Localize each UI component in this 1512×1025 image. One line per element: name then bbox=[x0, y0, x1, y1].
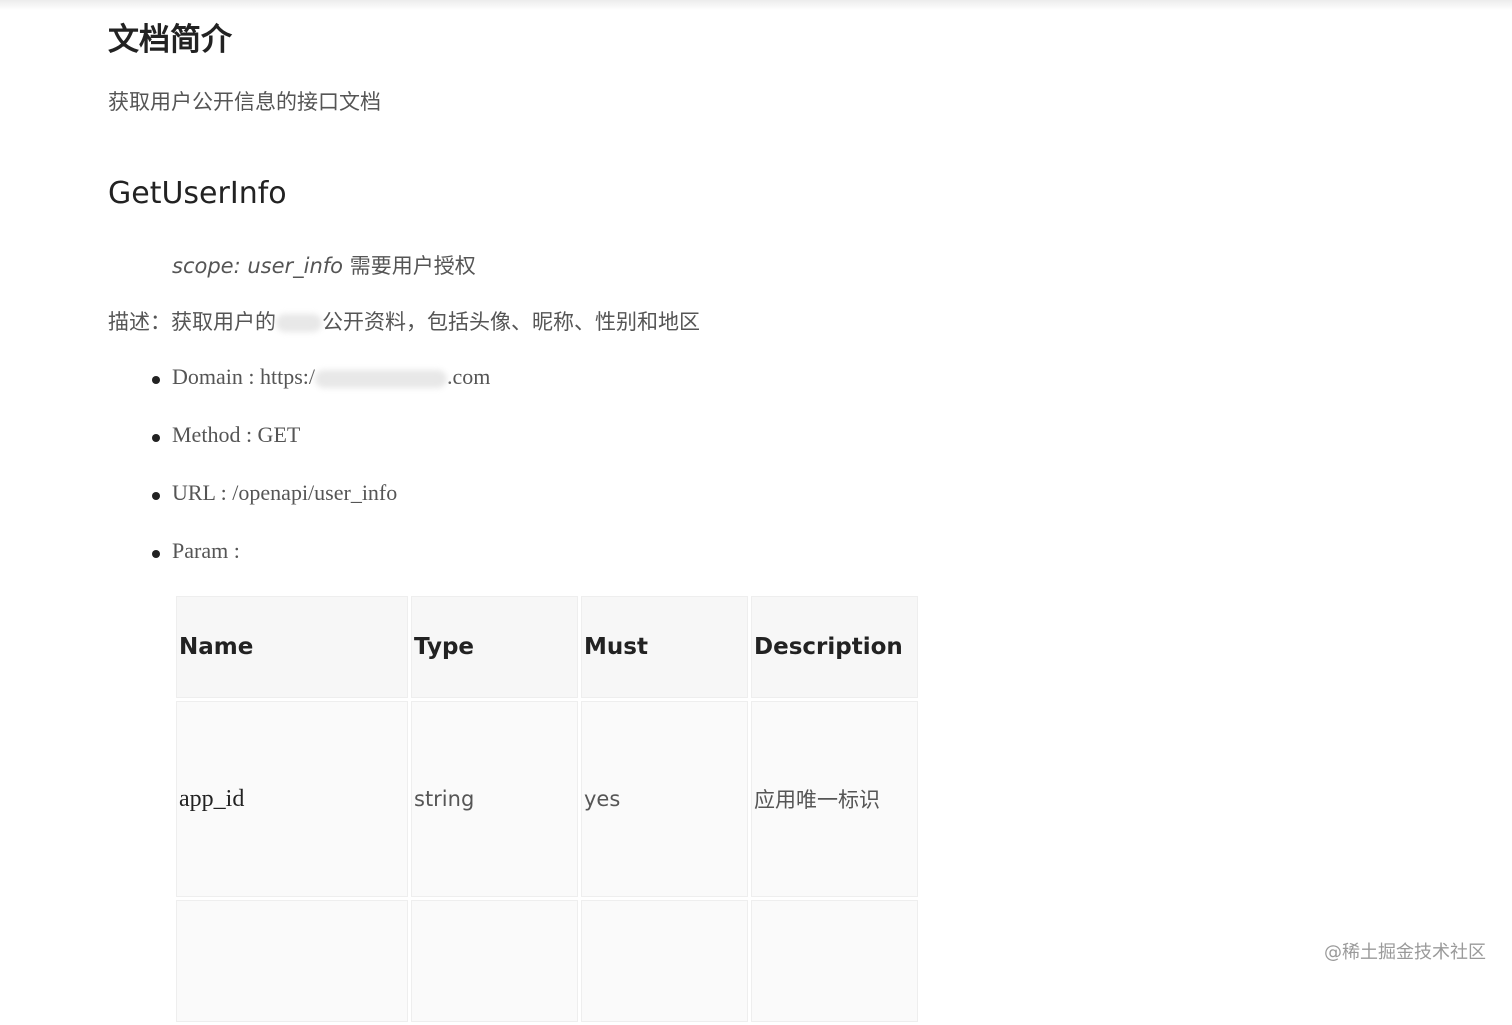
cell-must: yes bbox=[581, 701, 748, 897]
param-table: Name Type Must Description app_id string… bbox=[173, 593, 921, 1025]
cell-description bbox=[751, 900, 918, 1022]
url-text: URL : /openapi/user_info bbox=[172, 480, 398, 505]
list-item-method: Method : GET bbox=[152, 422, 490, 480]
bullet-icon bbox=[152, 434, 160, 442]
bullet-icon bbox=[152, 376, 160, 384]
api-title: GetUserInfo bbox=[108, 176, 287, 211]
describe-prefix: 描述：获取用户的 bbox=[108, 310, 276, 334]
domain-suffix: .com bbox=[447, 364, 491, 389]
top-bar-shadow bbox=[0, 0, 1512, 10]
doc-description: 获取用户公开信息的接口文档 bbox=[108, 90, 381, 114]
describe-suffix: 公开资料，包括头像、昵称、性别和地区 bbox=[322, 310, 700, 334]
list-item-domain: Domain : https:/ .com bbox=[152, 364, 490, 422]
redacted-domain bbox=[315, 369, 447, 388]
doc-title: 文档简介 bbox=[108, 22, 232, 58]
scope-text: 需要用户授权 bbox=[343, 254, 476, 278]
param-text: Param : bbox=[172, 538, 240, 563]
cell-must bbox=[581, 900, 748, 1022]
domain-prefix: Domain : https:/ bbox=[172, 364, 315, 389]
list-item-param: Param : bbox=[152, 538, 490, 596]
table-row: app_id string yes 应用唯一标识 bbox=[176, 701, 918, 897]
cell-description: 应用唯一标识 bbox=[751, 701, 918, 897]
bullet-icon bbox=[152, 550, 160, 558]
table-header-row: Name Type Must Description bbox=[176, 596, 918, 698]
cell-type: string bbox=[411, 701, 578, 897]
api-meta-list: Domain : https:/ .com Method : GET URL : … bbox=[152, 364, 490, 596]
scope-label: scope: user_info bbox=[172, 254, 344, 278]
cell-name: app_id bbox=[176, 701, 408, 897]
table-row bbox=[176, 900, 918, 1022]
cell-type bbox=[411, 900, 578, 1022]
header-type: Type bbox=[411, 596, 578, 698]
bullet-icon bbox=[152, 492, 160, 500]
method-text: Method : GET bbox=[172, 422, 301, 447]
redacted-text bbox=[276, 314, 322, 332]
header-must: Must bbox=[581, 596, 748, 698]
scope-note: scope: user_info 需要用户授权 bbox=[172, 250, 476, 280]
watermark: @稀土掘金技术社区 bbox=[1324, 942, 1486, 963]
list-item-url: URL : /openapi/user_info bbox=[152, 480, 490, 538]
cell-name bbox=[176, 900, 408, 1022]
header-name: Name bbox=[176, 596, 408, 698]
api-describe: 描述：获取用户的 公开资料，包括头像、昵称、性别和地区 bbox=[108, 306, 700, 336]
header-description: Description bbox=[751, 596, 918, 698]
